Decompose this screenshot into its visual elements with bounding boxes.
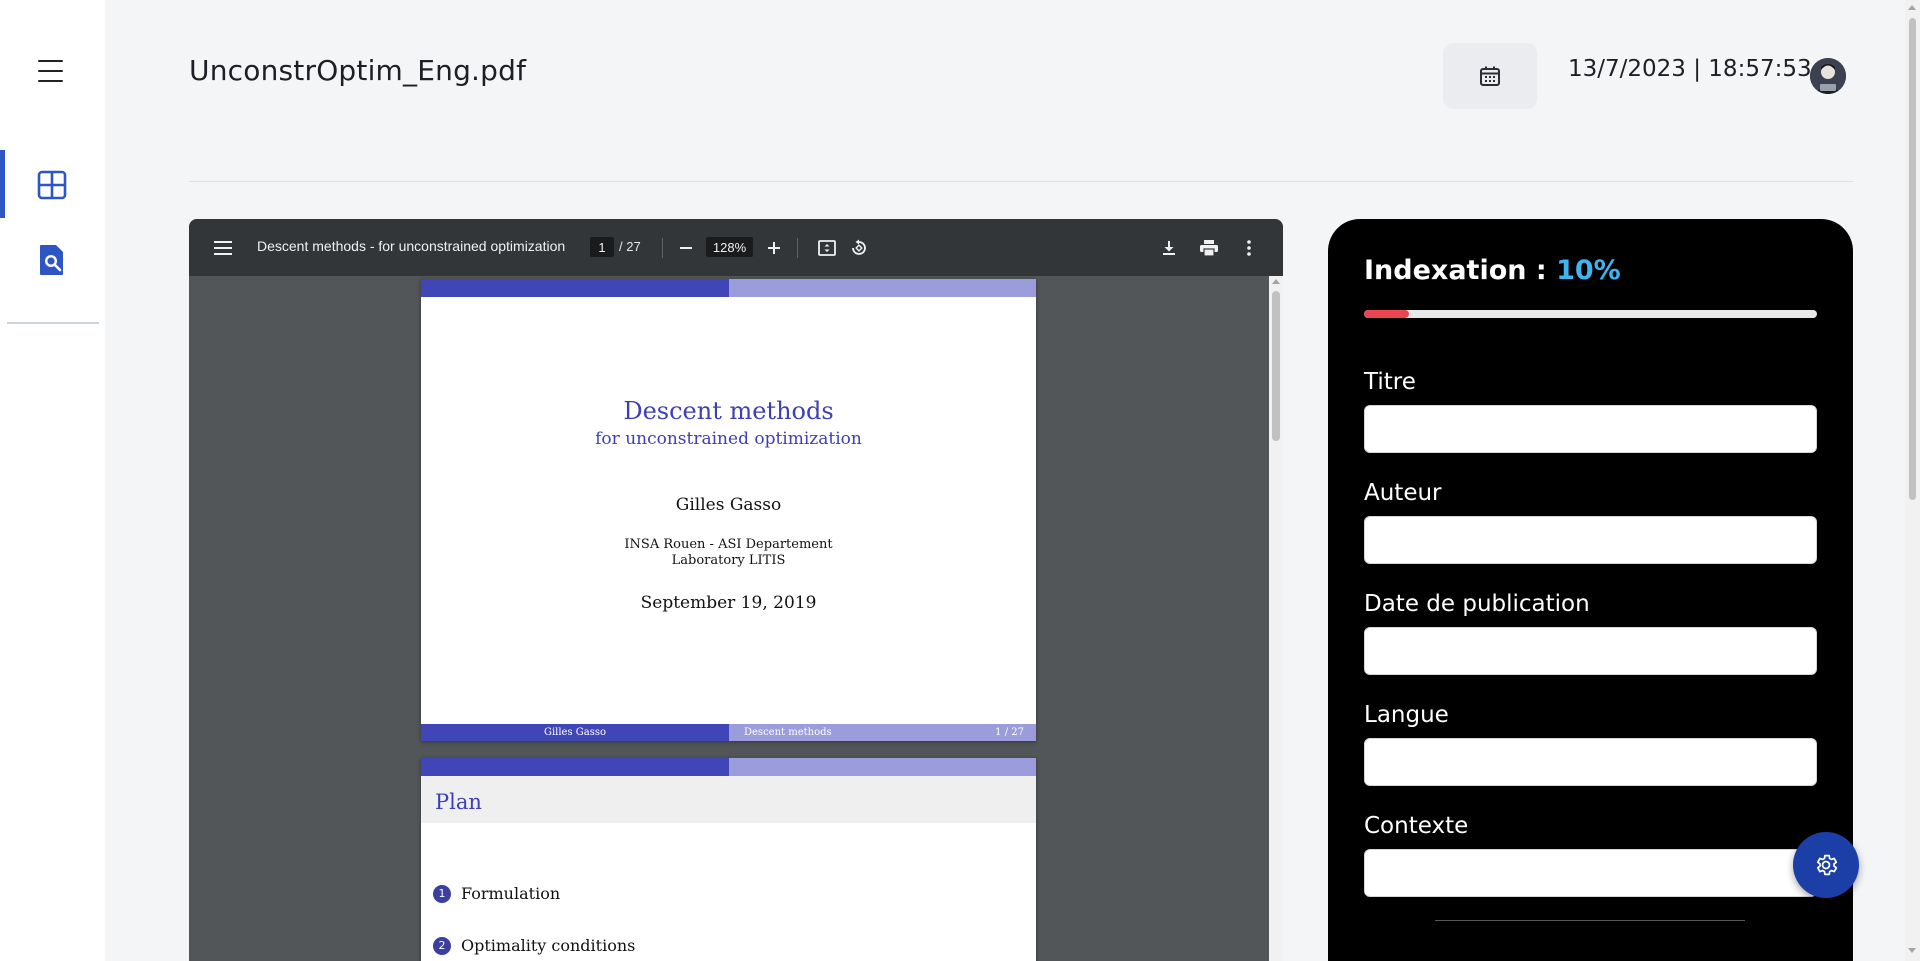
list-item: 1 Formulation bbox=[433, 884, 560, 903]
slide-laboratory: Laboratory LITIS bbox=[671, 553, 786, 568]
slide-heading-band bbox=[421, 776, 1036, 823]
langue-label: Langue bbox=[1364, 702, 1449, 728]
titre-label: Titre bbox=[1364, 369, 1416, 395]
page-title: UnconstrOptim_Eng.pdf bbox=[189, 54, 527, 87]
slide-title: Descent methods bbox=[623, 397, 834, 425]
sidebar bbox=[0, 0, 105, 961]
slide-header-bar bbox=[421, 758, 729, 776]
list-item: 2 Optimality conditions bbox=[433, 936, 635, 955]
indexation-percent: 10% bbox=[1556, 255, 1621, 286]
slide-header-bar bbox=[729, 758, 1036, 776]
avatar[interactable] bbox=[1810, 58, 1846, 94]
pdf-menu-icon[interactable] bbox=[203, 219, 243, 276]
header-divider bbox=[189, 181, 1853, 182]
hamburger-menu-icon[interactable] bbox=[36, 60, 66, 82]
pdf-page-1: Descent methods for unconstrained optimi… bbox=[421, 279, 1036, 741]
zoom-out-icon[interactable] bbox=[666, 219, 706, 276]
panel-divider bbox=[1435, 920, 1745, 921]
slide-institution: INSA Rouen - ASI Departement bbox=[624, 537, 833, 552]
slide-footer-author: Gilles Gasso bbox=[421, 724, 729, 741]
numbered-bullet: 2 bbox=[433, 936, 451, 955]
indexation-title: Indexation : 10% bbox=[1364, 255, 1621, 286]
slide-header-bar bbox=[421, 279, 729, 297]
toolbar-separator bbox=[662, 238, 663, 258]
slide-date: September 19, 2019 bbox=[640, 593, 817, 613]
scroll-up-arrow-icon[interactable] bbox=[1272, 279, 1280, 284]
numbered-bullet: 1 bbox=[433, 884, 451, 903]
toolbar-separator bbox=[797, 238, 798, 258]
pdf-scrollbar[interactable] bbox=[1269, 276, 1283, 961]
sidebar-divider bbox=[7, 322, 99, 324]
auteur-label: Auteur bbox=[1364, 480, 1442, 506]
rotate-icon[interactable] bbox=[839, 219, 879, 276]
list-item-label: Formulation bbox=[461, 884, 561, 903]
settings-button[interactable] bbox=[1793, 832, 1859, 898]
indexation-label: Indexation : bbox=[1364, 255, 1557, 286]
zoom-level-input[interactable]: 128% bbox=[706, 237, 753, 257]
sidebar-item-dashboard[interactable] bbox=[35, 168, 69, 202]
download-icon[interactable] bbox=[1149, 219, 1189, 276]
date-publication-field[interactable] bbox=[1364, 627, 1817, 675]
auteur-field[interactable] bbox=[1364, 516, 1817, 564]
more-options-icon[interactable] bbox=[1229, 219, 1269, 276]
dashboard-grid-icon bbox=[37, 170, 67, 200]
user-avatar-icon bbox=[1810, 58, 1846, 94]
titre-field[interactable] bbox=[1364, 405, 1817, 453]
sidebar-active-indicator bbox=[0, 150, 5, 218]
gear-icon bbox=[1816, 854, 1838, 876]
slide-footer-title: Descent methods bbox=[744, 727, 832, 738]
pdf-toolbar: Descent methods - for unconstrained opti… bbox=[189, 219, 1283, 276]
slide-header-bar bbox=[729, 279, 1036, 297]
sidebar-item-document-search[interactable] bbox=[35, 243, 69, 277]
app-root: UnconstrOptim_Eng.pdf 13/7/2023 | 18:57:… bbox=[0, 0, 1920, 961]
page-number-input[interactable]: 1 bbox=[590, 237, 614, 257]
scroll-down-arrow-icon[interactable] bbox=[1908, 948, 1916, 953]
document-search-icon bbox=[40, 245, 63, 275]
slide-subtitle: for unconstrained optimization bbox=[595, 429, 862, 449]
slide-heading: Plan bbox=[435, 790, 482, 814]
pdf-page-2: Plan 1 Formulation 2 Optimality conditio… bbox=[421, 758, 1036, 961]
calendar-icon bbox=[1480, 66, 1500, 86]
pdf-document-title: Descent methods - for unconstrained opti… bbox=[257, 238, 566, 254]
slide-author: Gilles Gasso bbox=[675, 495, 782, 515]
page-scrollbar-thumb[interactable] bbox=[1909, 18, 1916, 500]
contexte-label: Contexte bbox=[1364, 813, 1469, 839]
slide-footer-page: 1 / 27 bbox=[995, 727, 1024, 738]
slide-footer: Descent methods 1 / 27 bbox=[729, 724, 1036, 741]
indexation-progress-bar bbox=[1364, 310, 1817, 318]
zoom-in-icon[interactable] bbox=[754, 219, 794, 276]
date-publication-label: Date de publication bbox=[1364, 591, 1590, 617]
pdf-scrollbar-thumb[interactable] bbox=[1272, 291, 1280, 441]
print-icon[interactable] bbox=[1189, 219, 1229, 276]
indexation-progress-fill bbox=[1364, 310, 1410, 318]
langue-field[interactable] bbox=[1364, 738, 1817, 786]
calendar-button[interactable] bbox=[1443, 43, 1537, 109]
pdf-viewer: Descent methods - for unconstrained opti… bbox=[189, 219, 1283, 961]
page-scrollbar[interactable] bbox=[1905, 0, 1920, 961]
contexte-field[interactable] bbox=[1364, 849, 1817, 897]
datetime-display: 13/7/2023 | 18:57:53 bbox=[1568, 56, 1812, 82]
page-total: / 27 bbox=[619, 239, 641, 254]
scroll-up-arrow-icon[interactable] bbox=[1908, 5, 1916, 10]
list-item-label: Optimality conditions bbox=[461, 936, 636, 955]
metadata-panel: Indexation : 10% Titre Auteur Date de pu… bbox=[1328, 219, 1853, 961]
